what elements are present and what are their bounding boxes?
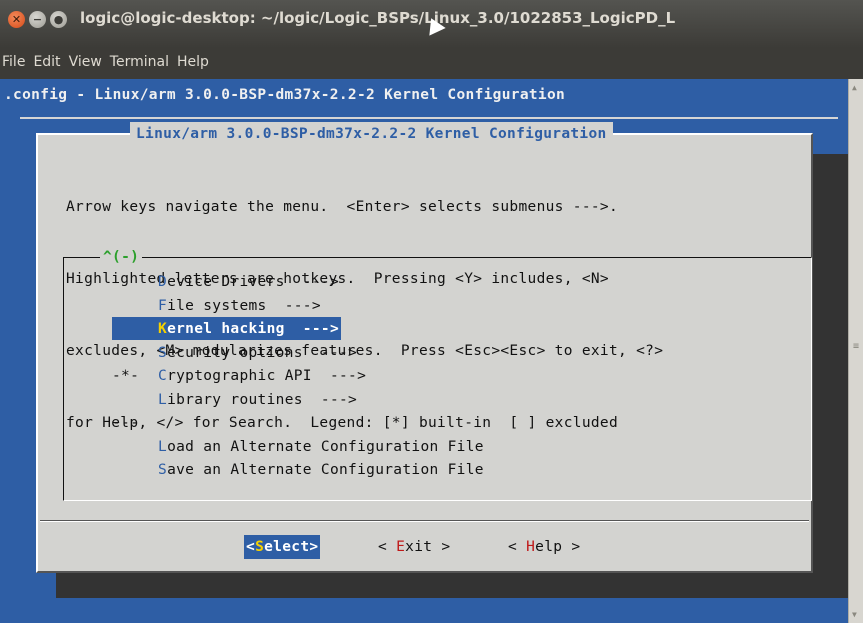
menu-item[interactable]: File systems --->	[112, 294, 323, 317]
menu-item-label: ryptographic API --->	[167, 368, 367, 384]
menu-help[interactable]: Help	[177, 52, 209, 72]
scroll-up-icon[interactable]: ▲	[852, 83, 857, 92]
menu-item[interactable]: Device Drivers --->	[112, 270, 341, 293]
menu-item-label: ave an Alternate Configuration File	[167, 462, 484, 478]
dialog-title: Linux/arm 3.0.0-BSP-dm37x-2.2-2 Kernel C…	[130, 122, 613, 146]
button-bracket: <	[246, 539, 256, 555]
menu-item-label: ecurity options --->	[167, 344, 358, 361]
button-label: xit >	[405, 539, 451, 555]
menu-item-hotkey: K	[158, 321, 168, 337]
terminal-scrollbar[interactable]: ▲ ≡ ▼	[848, 79, 863, 623]
menu-item-hotkey: D	[158, 274, 168, 290]
window-title: logic@logic-desktop: ~/logic/Logic_BSPs/…	[80, 9, 676, 27]
menu-terminal[interactable]: Terminal	[110, 52, 169, 72]
menu-item-hotkey: S	[158, 462, 168, 478]
menu-item[interactable]: Kernel hacking --->	[112, 317, 342, 340]
menu-item-hotkey: L	[158, 438, 168, 455]
menu-item[interactable]: -*- Cryptographic API --->	[112, 364, 368, 387]
config-title-rule	[20, 117, 838, 119]
config-title: .config - Linux/arm 3.0.0-BSP-dm37x-2.2-…	[4, 87, 566, 103]
exit-button[interactable]: < Exit >	[376, 535, 452, 559]
button-hotkey: H	[526, 539, 536, 555]
button-label: elect>	[264, 539, 319, 555]
menu-item-label: evice Drivers --->	[167, 274, 340, 290]
menu-item-prefix: -*-	[112, 368, 140, 384]
terminal-area[interactable]: .config - Linux/arm 3.0.0-BSP-dm37x-2.2-…	[0, 79, 848, 623]
menu-view[interactable]: View	[69, 52, 102, 72]
menu-item-hotkey: C	[158, 368, 168, 384]
scroll-down-icon[interactable]: ▼	[852, 610, 857, 619]
button-hotkey: E	[396, 539, 406, 555]
help-line: Arrow keys navigate the menu. <Enter> se…	[66, 199, 619, 215]
button-separator	[40, 520, 809, 521]
menu-item-prefix: ---	[112, 415, 140, 431]
button-bracket: <	[508, 539, 527, 555]
menu-item[interactable]: Security options --->	[112, 341, 359, 364]
menu-item-label: ile systems --->	[167, 297, 321, 314]
scroll-grip-icon[interactable]: ≡	[853, 341, 859, 352]
menu-item-label: ernel hacking --->	[167, 321, 340, 337]
menu-separator: ---	[112, 411, 160, 434]
menu-item[interactable]: Save an Alternate Configuration File	[112, 458, 486, 481]
menu-item-hotkey: L	[158, 391, 168, 408]
menu-item[interactable]: Library routines --->	[112, 388, 359, 411]
scroll-indicator: ^(-)	[100, 245, 143, 269]
close-icon[interactable]: ✕	[8, 11, 25, 28]
menu-list: ^(-) Device Drivers ---> File systems ---…	[63, 245, 812, 501]
button-bracket: <	[378, 539, 397, 555]
button-label: elp >	[535, 539, 581, 555]
menu-item-label: ibrary routines --->	[167, 391, 358, 408]
help-button[interactable]: < Help >	[506, 535, 582, 559]
menu-item-label: oad an Alternate Configuration File	[167, 438, 484, 455]
select-button[interactable]: <Select>	[244, 535, 321, 559]
menu-bar: File Edit View Terminal Help	[0, 48, 863, 76]
menu-item-hotkey: F	[158, 297, 168, 314]
maximize-icon[interactable]: ●	[50, 11, 67, 28]
menu-file[interactable]: File	[2, 52, 25, 72]
minimize-icon[interactable]: −	[29, 11, 46, 28]
menu-item[interactable]: Load an Alternate Configuration File	[112, 435, 486, 458]
menu-item-hotkey: S	[158, 344, 168, 361]
menu-edit[interactable]: Edit	[33, 52, 60, 72]
button-hotkey: S	[255, 539, 265, 555]
menuconfig-dialog: Linux/arm 3.0.0-BSP-dm37x-2.2-2 Kernel C…	[36, 122, 813, 573]
